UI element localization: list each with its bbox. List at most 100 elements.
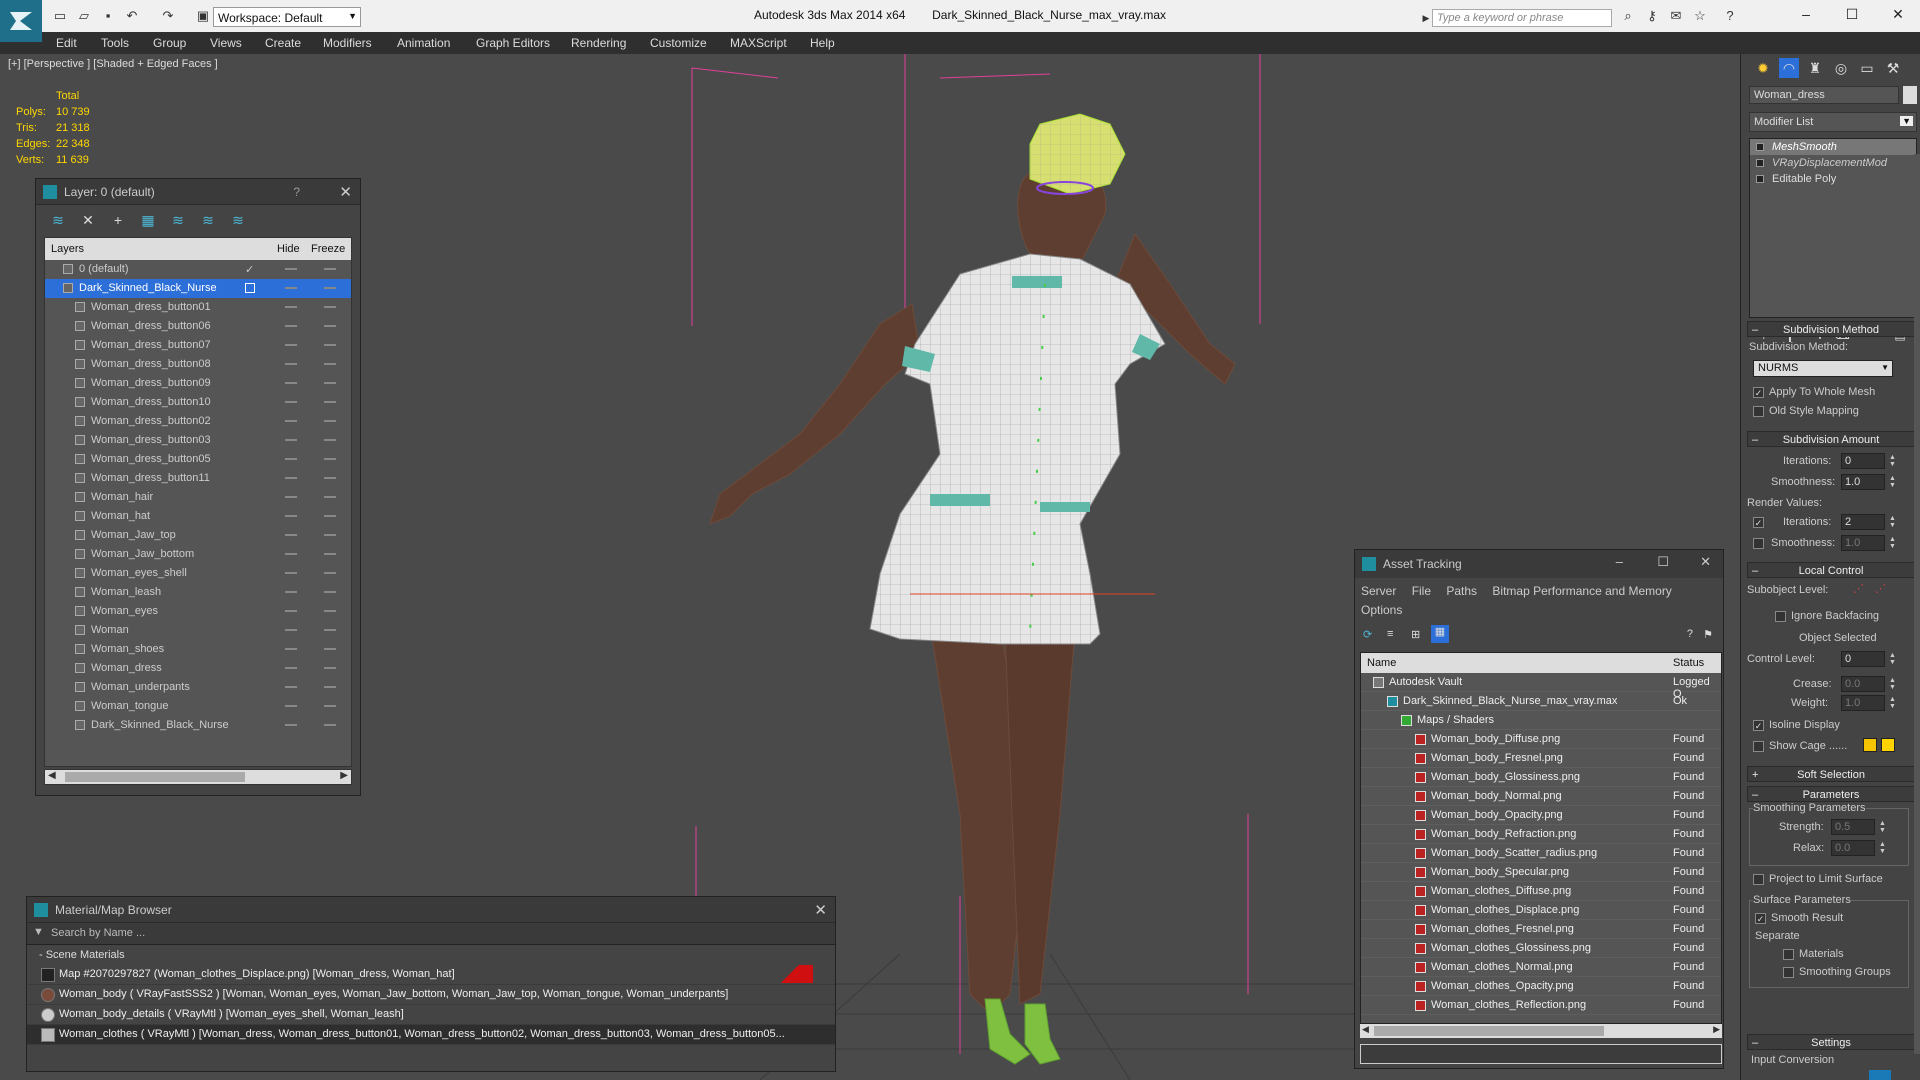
render-smoothness-spinner[interactable]: 1.0	[1841, 535, 1885, 551]
refresh-icon[interactable]: ⟳	[1363, 628, 1372, 641]
freeze-toggle[interactable]	[324, 667, 336, 669]
asset-row[interactable]: Woman_body_Refraction.png Found	[1361, 825, 1721, 844]
hide-toggle[interactable]	[285, 515, 297, 517]
material-browser-title-bar[interactable]: Material/Map Browser ✕	[27, 897, 835, 923]
layer-object-row[interactable]: Woman_dress_button03	[45, 431, 351, 450]
layer-object-row[interactable]: Woman_underpants	[45, 678, 351, 697]
hide-toggle[interactable]	[285, 344, 297, 346]
render-iterations-checkbox[interactable]: ✓	[1753, 517, 1764, 528]
spinner-arrows-icon[interactable]: ▲ ▼	[1889, 696, 1897, 710]
close-icon[interactable]: ✕	[1700, 554, 1711, 570]
open-file-icon[interactable]: ▱	[76, 8, 92, 24]
command-panel-scrollbar[interactable]	[1914, 154, 1920, 1054]
freeze-toggle[interactable]	[324, 287, 336, 289]
layer-object-row[interactable]: Woman_dress_button08	[45, 355, 351, 374]
material-row[interactable]: Woman_body_details ( VRayMtl ) [Woman_ey…	[27, 1005, 835, 1025]
edge-level-icon[interactable]: ⋰	[1875, 582, 1886, 595]
hide-toggle[interactable]	[285, 363, 297, 365]
freeze-toggle[interactable]	[324, 496, 336, 498]
menu-modifiers[interactable]: Modifiers	[323, 36, 372, 50]
freeze-toggle[interactable]	[324, 648, 336, 650]
hide-toggle[interactable]	[285, 382, 297, 384]
layer-panel-title-bar[interactable]: Layer: 0 (default) ? ✕	[36, 179, 360, 205]
menu-bitmap-performance[interactable]: Bitmap Performance and Memory	[1492, 584, 1671, 598]
layer-object-row[interactable]: Woman_dress_button11	[45, 469, 351, 488]
hide-toggle[interactable]	[285, 458, 297, 460]
old-style-mapping-checkbox[interactable]	[1753, 406, 1764, 417]
layer-object-row[interactable]: Woman_dress_button06	[45, 317, 351, 336]
freeze-toggle[interactable]	[324, 325, 336, 327]
project-limit-surface-checkbox[interactable]	[1753, 874, 1764, 885]
freeze-toggle[interactable]	[324, 420, 336, 422]
isoline-display-checkbox[interactable]: ✓	[1753, 720, 1764, 731]
hide-toggle[interactable]	[285, 477, 297, 479]
freeze-toggle[interactable]	[324, 268, 336, 270]
communication-icon[interactable]: ✉	[1668, 8, 1684, 24]
layer-object-row[interactable]: Woman_eyes_shell	[45, 564, 351, 583]
minimize-icon[interactable]: –	[1796, 4, 1816, 24]
spinner-arrows-icon[interactable]: ▲ ▼	[1879, 820, 1887, 834]
menu-maxscript[interactable]: MAXScript	[730, 36, 787, 50]
utilities-tab-icon[interactable]: ⚒	[1883, 58, 1903, 78]
rollout-local-control[interactable]: – Local Control	[1747, 562, 1915, 578]
scroll-left-icon[interactable]: ◀	[48, 770, 56, 781]
spinner-arrows-icon[interactable]: ▲ ▼	[1879, 841, 1887, 855]
hide-toggle[interactable]	[285, 648, 297, 650]
hide-toggle[interactable]	[285, 439, 297, 441]
hide-all-layers-icon[interactable]: ≋	[200, 212, 216, 228]
freeze-toggle[interactable]	[324, 477, 336, 479]
motion-tab-icon[interactable]: ◎	[1831, 58, 1851, 78]
hide-toggle[interactable]	[285, 420, 297, 422]
freeze-toggle[interactable]	[324, 572, 336, 574]
input-conversion-button[interactable]	[1869, 1070, 1891, 1080]
asset-row[interactable]: Maps / Shaders	[1361, 711, 1721, 730]
object-name-field[interactable]: Woman_dress	[1749, 86, 1899, 104]
highlight-layer-icon[interactable]: ≋	[170, 212, 186, 228]
crease-spinner[interactable]: 0.0	[1841, 676, 1885, 692]
scroll-left-icon[interactable]: ◀	[1362, 1024, 1369, 1035]
hide-toggle[interactable]	[285, 325, 297, 327]
hide-toggle[interactable]	[285, 610, 297, 612]
modifier-vraydisplacement[interactable]: VRayDisplacementMod	[1750, 155, 1916, 171]
layer-object-row[interactable]: Woman_dress_button02	[45, 412, 351, 431]
modifier-meshsmooth[interactable]: MeshSmooth	[1750, 139, 1916, 155]
freeze-all-layers-icon[interactable]: ≋	[230, 212, 246, 228]
app-menu-button[interactable]	[0, 0, 42, 42]
asset-row[interactable]: Woman_body_Normal.png Found	[1361, 787, 1721, 806]
rollout-settings[interactable]: – Settings	[1747, 1034, 1915, 1050]
binoculars-icon[interactable]: ⌕	[1620, 8, 1636, 24]
layer-object-row[interactable]: Woman_hair	[45, 488, 351, 507]
asset-row[interactable]: Woman_clothes_Reflection.png Found	[1361, 996, 1721, 1015]
menu-file[interactable]: File	[1412, 584, 1431, 598]
spinner-arrows-icon[interactable]: ▲ ▼	[1889, 536, 1897, 550]
close-icon[interactable]: ✕	[1888, 4, 1908, 24]
freeze-toggle[interactable]	[324, 534, 336, 536]
hide-toggle[interactable]	[285, 553, 297, 555]
weight-spinner[interactable]: 1.0	[1841, 695, 1885, 711]
tree-view-icon[interactable]: ⊞	[1411, 628, 1420, 641]
rollout-subdivision-method[interactable]: – Subdivision Method	[1747, 321, 1915, 337]
minimize-icon[interactable]: –	[1616, 554, 1623, 569]
asset-row[interactable]: Woman_clothes_Diffuse.png Found	[1361, 882, 1721, 901]
hide-toggle[interactable]	[285, 306, 297, 308]
hide-toggle[interactable]	[285, 268, 297, 270]
lightbulb-icon[interactable]	[1756, 159, 1764, 167]
modify-tab-icon[interactable]: ◠	[1779, 58, 1799, 78]
layer-object-row[interactable]: Woman_shoes	[45, 640, 351, 659]
freeze-toggle[interactable]	[324, 363, 336, 365]
hide-toggle[interactable]	[285, 572, 297, 574]
table-view-icon[interactable]: ▦	[1431, 625, 1449, 643]
help-icon[interactable]: ?	[1722, 8, 1738, 24]
control-level-spinner[interactable]: 0	[1841, 651, 1885, 667]
spinner-arrows-icon[interactable]: ▲ ▼	[1889, 454, 1897, 468]
hierarchy-tab-icon[interactable]: ♜	[1805, 58, 1825, 78]
asset-row[interactable]: Woman_body_Fresnel.png Found	[1361, 749, 1721, 768]
select-objects-icon[interactable]: ▦	[140, 212, 156, 228]
close-icon[interactable]: ✕	[814, 901, 827, 919]
freeze-toggle[interactable]	[324, 610, 336, 612]
create-tab-icon[interactable]: ✹	[1753, 58, 1773, 78]
freeze-toggle[interactable]	[324, 591, 336, 593]
layer-row-selected[interactable]: Dark_Skinned_Black_Nurse	[45, 279, 351, 298]
layer-object-row[interactable]: Woman_dress_button01	[45, 298, 351, 317]
hide-toggle[interactable]	[285, 724, 297, 726]
